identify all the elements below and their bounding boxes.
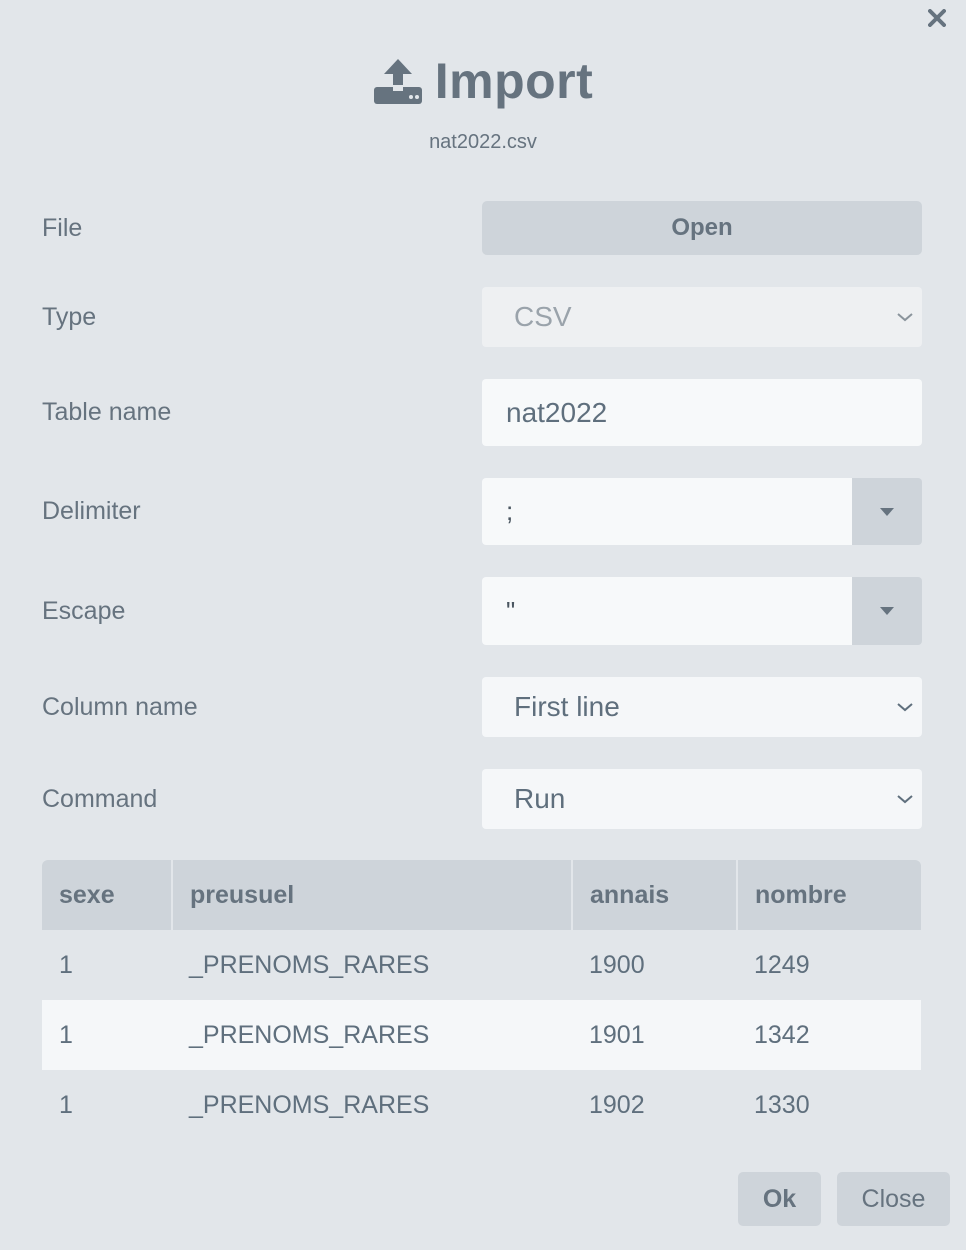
- table-cell: 1: [59, 1090, 73, 1119]
- escape-input[interactable]: ": [482, 577, 852, 645]
- upload-icon: [373, 59, 422, 104]
- column-name-label: Column name: [42, 692, 198, 721]
- escape-row: Escape ": [42, 577, 922, 645]
- table-name-input[interactable]: nat2022: [482, 379, 922, 446]
- type-select[interactable]: CSV: [482, 287, 922, 347]
- title-text: Import: [434, 53, 594, 109]
- close-icon: [928, 9, 946, 27]
- chevron-down-icon: [897, 313, 913, 322]
- delimiter-row: Delimiter ;: [42, 478, 922, 545]
- column-header: nombre: [737, 860, 921, 930]
- delimiter-combo: ;: [482, 478, 922, 545]
- command-select[interactable]: Run: [482, 769, 922, 829]
- command-label: Command: [42, 784, 158, 813]
- file-label: File: [42, 213, 83, 242]
- table-row: 1 _PRENOMS_RARES 1902 1330: [42, 1070, 921, 1140]
- delimiter-input[interactable]: ;: [482, 478, 852, 545]
- column-name-value: First line: [514, 691, 620, 722]
- command-value: Run: [514, 783, 566, 814]
- dialog-title: Import: [0, 52, 966, 110]
- command-row: Command Run: [42, 769, 922, 829]
- close-button[interactable]: Close: [837, 1172, 950, 1226]
- table-cell: 1900: [589, 950, 645, 979]
- type-row: Type CSV: [42, 287, 922, 347]
- table-cell: 1330: [754, 1090, 810, 1119]
- file-row: File Open: [42, 201, 922, 255]
- preview-table: sexe preusuel annais nombre 1 _PRENOMS_R…: [42, 860, 921, 1140]
- table-row: 1 _PRENOMS_RARES 1901 1342: [42, 1000, 921, 1070]
- table-cell: _PRENOMS_RARES: [172, 1000, 572, 1070]
- ok-button[interactable]: Ok: [738, 1172, 821, 1226]
- type-label: Type: [42, 302, 97, 331]
- delimiter-dropdown-button[interactable]: [852, 478, 922, 545]
- table-cell: _PRENOMS_RARES: [189, 1090, 430, 1119]
- open-button[interactable]: Open: [482, 201, 922, 255]
- table-cell: _PRENOMS_RARES: [189, 950, 430, 979]
- table-cell: 1901: [572, 1000, 737, 1070]
- chevron-down-icon: [897, 703, 913, 712]
- delimiter-label: Delimiter: [42, 497, 141, 525]
- column-header: annais: [572, 860, 738, 930]
- escape-combo: ": [482, 577, 922, 645]
- table-cell: 1: [59, 950, 73, 979]
- column-name-select[interactable]: First line: [482, 677, 922, 737]
- close-dialog-button[interactable]: [924, 5, 950, 31]
- table-cell: 1249: [754, 950, 810, 979]
- column-name-row: Column name First line: [42, 677, 922, 737]
- file-name: nat2022.csv: [429, 131, 537, 153]
- column-header: sexe: [42, 860, 173, 930]
- escape-label: Escape: [42, 596, 126, 625]
- table-name-label: Table name: [42, 398, 172, 426]
- table-cell: 1: [42, 1000, 172, 1070]
- column-header: preusuel: [172, 860, 573, 930]
- caret-down-icon: [880, 607, 894, 615]
- table-cell: 1902: [589, 1090, 645, 1119]
- type-value: CSV: [514, 301, 572, 332]
- escape-dropdown-button[interactable]: [852, 577, 922, 645]
- table-row: 1 _PRENOMS_RARES 1900 1249: [42, 930, 921, 1000]
- chevron-down-icon: [897, 795, 913, 804]
- table-cell: 1342: [737, 1000, 921, 1070]
- caret-down-icon: [880, 507, 894, 516]
- table-name-row: Table name nat2022: [42, 379, 922, 446]
- table-header-row: sexe preusuel annais nombre: [42, 860, 921, 930]
